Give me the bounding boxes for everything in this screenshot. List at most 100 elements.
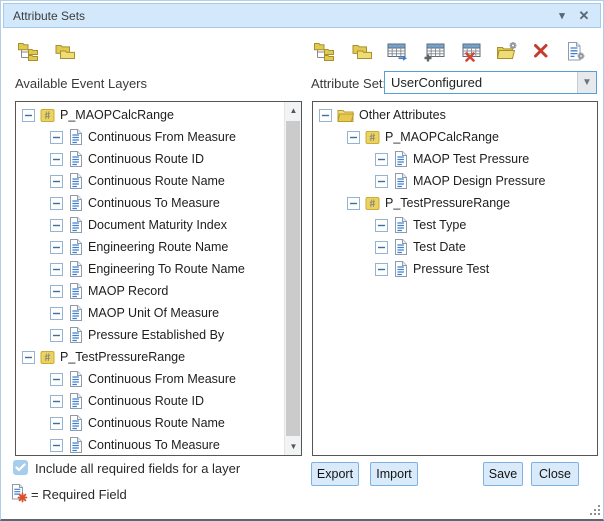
expander-minus-icon[interactable]: [50, 329, 63, 342]
tree-item[interactable]: Continuous Route Name: [16, 412, 283, 434]
tree-item[interactable]: MAOP Design Pressure: [313, 170, 597, 192]
scroll-down-icon[interactable]: ▼: [285, 438, 302, 455]
close-icon[interactable]: ✕: [576, 7, 592, 25]
scrollbar-thumb[interactable]: [286, 121, 300, 436]
tree-item[interactable]: Test Date: [313, 236, 597, 258]
export-button[interactable]: Export: [311, 462, 359, 486]
tree-item[interactable]: Other Attributes: [313, 104, 597, 126]
expander-minus-icon[interactable]: [347, 197, 360, 210]
tree-item-label: P_MAOPCalcRange: [60, 108, 174, 122]
tree-item-label: Continuous From Measure: [88, 372, 236, 386]
resize-grip[interactable]: [587, 502, 600, 515]
dropdown-arrow-icon[interactable]: ▾: [554, 7, 570, 25]
tree-item[interactable]: Continuous To Measure: [16, 434, 283, 456]
field-icon: [68, 151, 83, 167]
expander-minus-icon[interactable]: [50, 153, 63, 166]
tree-item[interactable]: #P_TestPressureRange: [16, 346, 283, 368]
folder-tree-icon[interactable]: [314, 41, 336, 62]
expander-minus-icon[interactable]: [50, 131, 63, 144]
table-export-icon[interactable]: [387, 41, 409, 62]
tree-item[interactable]: MAOP Test Pressure: [313, 148, 597, 170]
expander-minus-icon[interactable]: [50, 373, 63, 386]
tree-item[interactable]: Continuous Route Name: [16, 170, 283, 192]
tree-item-label: Continuous Route Name: [88, 416, 225, 430]
expander-minus-icon[interactable]: [375, 263, 388, 276]
tree-item[interactable]: Continuous Route ID: [16, 390, 283, 412]
attribute-set-tree: Other Attributes #P_MAOPCalcRange MAOP Tes…: [313, 104, 597, 280]
tree-item[interactable]: Engineering To Route Name: [16, 258, 283, 280]
expander-minus-icon[interactable]: [50, 285, 63, 298]
field-icon: [68, 239, 83, 255]
expander-minus-icon[interactable]: [375, 153, 388, 166]
tree-item[interactable]: Engineering Route Name: [16, 236, 283, 258]
expander-minus-icon[interactable]: [375, 219, 388, 232]
expander-minus-icon[interactable]: [375, 241, 388, 254]
expander-minus-icon[interactable]: [50, 175, 63, 188]
folders-icon[interactable]: [351, 41, 373, 62]
tree-item[interactable]: Document Maturity Index: [16, 214, 283, 236]
tree-item-label: Continuous Route ID: [88, 152, 204, 166]
tree-item[interactable]: #P_MAOPCalcRange: [16, 104, 283, 126]
available-layers-panel: #P_MAOPCalcRangeContinuous From MeasureC…: [15, 101, 302, 456]
vertical-scrollbar[interactable]: ▲ ▼: [284, 102, 301, 455]
tree-item-label: Continuous To Measure: [88, 196, 220, 210]
tree-item[interactable]: #P_MAOPCalcRange: [313, 126, 597, 148]
expander-minus-icon[interactable]: [375, 175, 388, 188]
dialog-title: Attribute Sets: [13, 9, 85, 23]
expander-minus-icon[interactable]: [50, 417, 63, 430]
field-icon: [68, 437, 83, 453]
expander-minus-icon[interactable]: [347, 131, 360, 144]
expander-minus-icon[interactable]: [50, 439, 63, 452]
expander-minus-icon[interactable]: [50, 241, 63, 254]
expander-minus-icon[interactable]: [22, 351, 35, 364]
tree-item[interactable]: MAOP Record: [16, 280, 283, 302]
import-button[interactable]: Import: [370, 462, 418, 486]
tree-item[interactable]: Test Type: [313, 214, 597, 236]
folder-gear-icon[interactable]: [496, 41, 518, 62]
field-icon: [393, 261, 408, 277]
table-remove-icon[interactable]: [460, 41, 482, 62]
event-icon: #: [40, 350, 55, 365]
scroll-up-icon[interactable]: ▲: [285, 102, 302, 119]
table-add-icon[interactable]: [424, 41, 446, 62]
tree-item[interactable]: Continuous To Measure: [16, 192, 283, 214]
tree-item-label: MAOP Design Pressure: [413, 174, 545, 188]
folder-tree-icon[interactable]: [18, 41, 40, 62]
expander-minus-icon[interactable]: [319, 109, 332, 122]
field-icon: [68, 173, 83, 189]
field-icon: [68, 129, 83, 145]
expander-minus-icon[interactable]: [50, 395, 63, 408]
include-required-fields-label: Include all required fields for a layer: [35, 461, 240, 476]
tree-item[interactable]: Continuous From Measure: [16, 126, 283, 148]
page-settings-icon[interactable]: [565, 41, 587, 62]
include-required-fields-checkbox[interactable]: [13, 460, 28, 475]
tree-item-label: Test Type: [413, 218, 466, 232]
expander-minus-icon[interactable]: [50, 219, 63, 232]
combo-dropdown-button[interactable]: ▼: [577, 72, 596, 93]
tree-item[interactable]: Pressure Established By: [16, 324, 283, 346]
available-event-layers-label: Available Event Layers: [15, 76, 147, 91]
expander-minus-icon[interactable]: [50, 307, 63, 320]
expander-minus-icon[interactable]: [22, 109, 35, 122]
attribute-set-value[interactable]: UserConfigured: [385, 75, 577, 90]
tree-item[interactable]: Continuous Route ID: [16, 148, 283, 170]
field-icon: [68, 415, 83, 431]
tree-item[interactable]: MAOP Unit Of Measure: [16, 302, 283, 324]
field-icon: [68, 217, 83, 233]
expander-minus-icon[interactable]: [50, 197, 63, 210]
tree-item[interactable]: Pressure Test: [313, 258, 597, 280]
tree-item-label: Continuous Route ID: [88, 394, 204, 408]
tree-item-label: Other Attributes: [359, 108, 446, 122]
folders-icon[interactable]: [54, 41, 76, 62]
close-button[interactable]: Close: [531, 462, 579, 486]
tree-item-label: Engineering To Route Name: [88, 262, 245, 276]
tree-item-label: MAOP Unit Of Measure: [88, 306, 219, 320]
save-button[interactable]: Save: [483, 462, 523, 486]
delete-x-icon[interactable]: [532, 41, 554, 62]
expander-minus-icon[interactable]: [50, 263, 63, 276]
tree-item-label: MAOP Test Pressure: [413, 152, 529, 166]
tree-item[interactable]: #P_TestPressureRange: [313, 192, 597, 214]
tree-item[interactable]: Continuous From Measure: [16, 368, 283, 390]
attribute-set-combobox[interactable]: UserConfigured ▼: [384, 71, 597, 94]
tree-item-label: Continuous To Measure: [88, 438, 220, 452]
